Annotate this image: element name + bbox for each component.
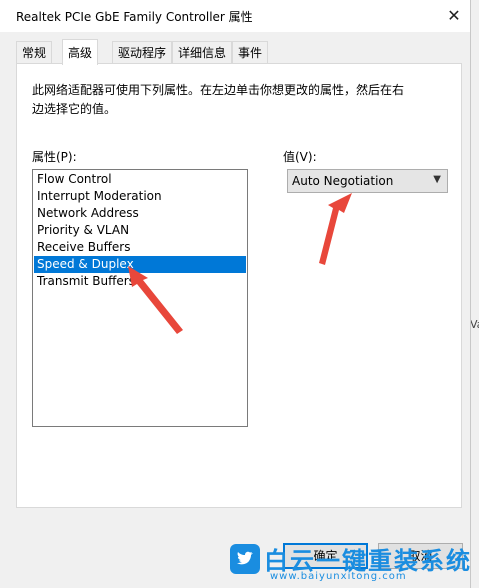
list-item-flow-control[interactable]: Flow Control bbox=[34, 171, 246, 188]
tab-events[interactable]: 事件 bbox=[232, 41, 269, 63]
list-item-transmit-buffers[interactable]: Transmit Buffers bbox=[34, 273, 246, 290]
list-item-priority-vlan[interactable]: Priority & VLAN bbox=[34, 222, 246, 239]
properties-dialog: Realtek PCIe GbE Family Controller 属性 ✕ … bbox=[0, 0, 471, 588]
list-item-interrupt-moderation[interactable]: Interrupt Moderation bbox=[34, 188, 246, 205]
property-label: 属性(P): bbox=[32, 150, 77, 164]
tab-driver[interactable]: 驱动程序 bbox=[112, 41, 173, 63]
window-title: Realtek PCIe GbE Family Controller 属性 bbox=[16, 10, 253, 24]
value-dropdown-selected: Auto Negotiation bbox=[292, 174, 394, 188]
close-button[interactable]: ✕ bbox=[438, 0, 470, 32]
tab-general[interactable]: 常规 bbox=[16, 41, 53, 63]
watermark-url: www.baiyunxitong.com bbox=[270, 571, 407, 582]
twitter-bird-icon bbox=[230, 544, 260, 574]
value-dropdown[interactable]: Auto Negotiation ▼ bbox=[287, 169, 448, 193]
list-item-receive-buffers[interactable]: Receive Buffers bbox=[34, 239, 246, 256]
background-window-edge bbox=[470, 0, 479, 588]
list-item-network-address[interactable]: Network Address bbox=[34, 205, 246, 222]
background-edge-text: Va bbox=[470, 318, 479, 331]
watermark: 白云一键重装系统 www.baiyunxitong.com bbox=[226, 540, 471, 586]
advanced-panel: 此网络适配器可使用下列属性。在左边单击你想更改的属性，然后在右边选择它的值。 属… bbox=[16, 63, 462, 508]
property-listbox[interactable]: Flow Control Interrupt Moderation Networ… bbox=[32, 169, 248, 427]
list-item-speed-duplex[interactable]: Speed & Duplex bbox=[34, 256, 246, 273]
panel-description: 此网络适配器可使用下列属性。在左边单击你想更改的属性，然后在右边选择它的值。 bbox=[32, 83, 405, 116]
tab-details[interactable]: 详细信息 bbox=[172, 41, 233, 63]
value-label: 值(V): bbox=[283, 150, 317, 164]
tab-advanced[interactable]: 高级 bbox=[62, 39, 99, 65]
title-bar: Realtek PCIe GbE Family Controller 属性 ✕ bbox=[0, 0, 470, 32]
chevron-down-icon: ▼ bbox=[433, 174, 441, 185]
